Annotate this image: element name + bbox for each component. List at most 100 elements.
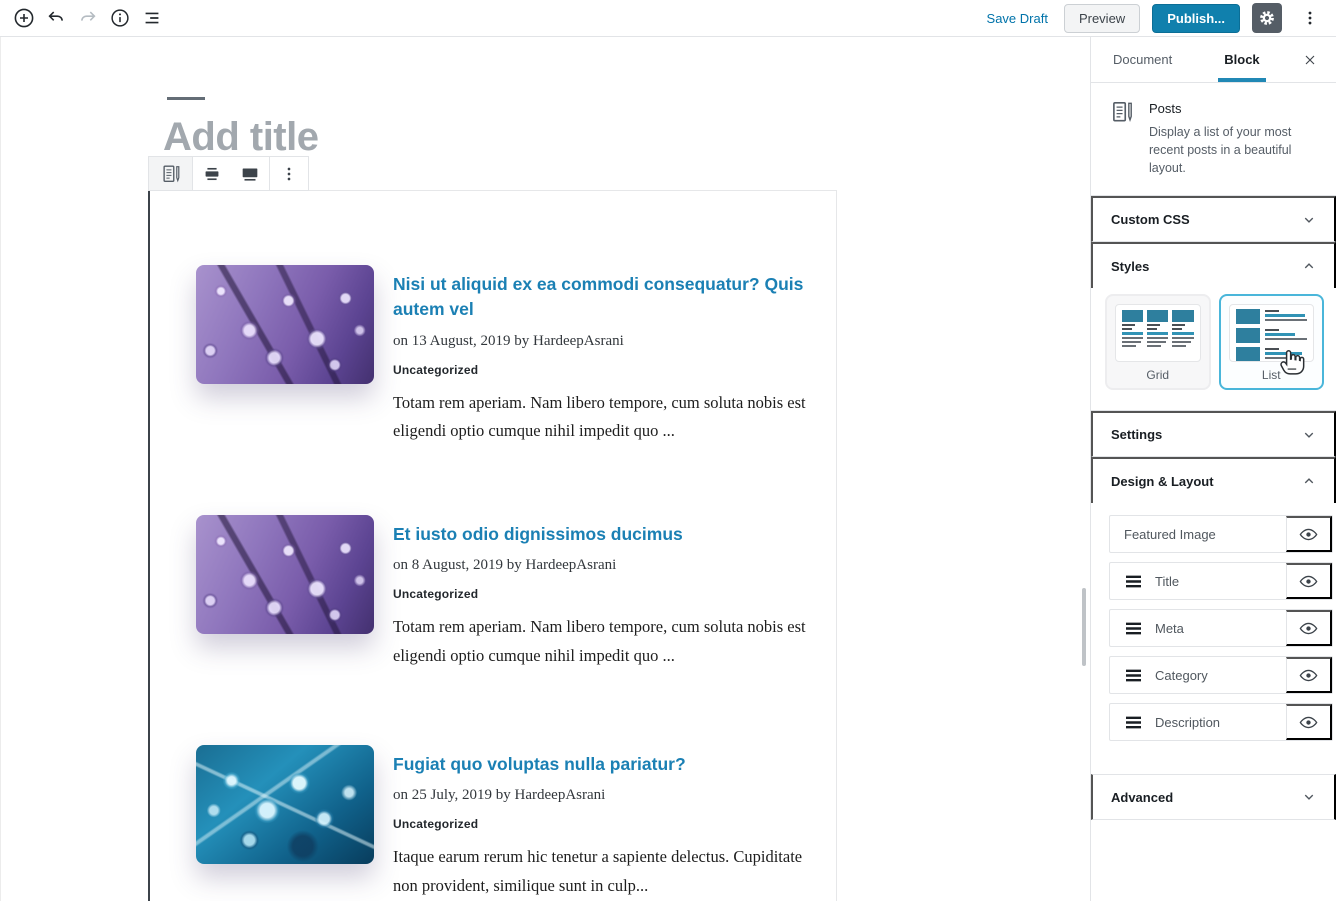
layout-row-featured-image[interactable]: Featured Image <box>1109 515 1333 553</box>
style-option-grid[interactable]: Grid <box>1105 294 1211 390</box>
block-navigation-icon <box>141 7 163 29</box>
panel-advanced-label: Advanced <box>1111 790 1173 805</box>
settings-toggle-button[interactable] <box>1252 3 1282 33</box>
tab-block-label: Block <box>1224 52 1259 67</box>
post-featured-image[interactable] <box>196 745 374 864</box>
hand-cursor-icon <box>1278 344 1308 376</box>
canvas-left-frame <box>0 37 1 901</box>
post-category-link[interactable]: Uncategorized <box>393 363 807 377</box>
eye-icon <box>1298 571 1319 592</box>
design-layout-rows: Featured Image Title Meta <box>1091 503 1336 774</box>
editor-top-bar: Save Draft Preview Publish... <box>0 0 1336 37</box>
layout-row-description[interactable]: Description <box>1109 703 1333 741</box>
post-title-input[interactable]: Add title <box>163 115 318 160</box>
post-featured-image[interactable] <box>196 515 374 634</box>
block-info-text: Posts Display a list of your most recent… <box>1149 99 1325 177</box>
panel-custom-css-label: Custom CSS <box>1111 212 1190 227</box>
block-navigation-button[interactable] <box>136 2 168 34</box>
styles-options: Grid List <box>1091 288 1336 411</box>
drag-handle-icon[interactable] <box>1124 715 1143 730</box>
post-title-link[interactable]: Et iusto odio dignissimos ducimus <box>393 522 807 547</box>
active-tab-underline <box>1218 78 1265 82</box>
drag-handle-icon[interactable] <box>1124 574 1143 589</box>
layout-row-category[interactable]: Category <box>1109 656 1333 694</box>
panel-design-layout-label: Design & Layout <box>1111 474 1214 489</box>
layout-row-label: Description <box>1155 715 1220 730</box>
chevron-down-icon <box>1300 211 1318 229</box>
toggle-visibility-button[interactable] <box>1286 610 1332 646</box>
info-icon <box>109 7 131 29</box>
toggle-visibility-button[interactable] <box>1286 657 1332 693</box>
close-sidebar-button[interactable] <box>1298 48 1322 72</box>
post-category-link[interactable]: Uncategorized <box>393 587 807 601</box>
inserter-plus-icon <box>12 6 36 30</box>
block-inserter-button[interactable] <box>8 2 40 34</box>
chevron-up-icon <box>1300 472 1318 490</box>
post-meta: on 8 August, 2019 by HardeepAsrani <box>393 557 807 574</box>
panel-settings-label: Settings <box>1111 427 1162 442</box>
block-description: Display a list of your most recent posts… <box>1149 123 1325 177</box>
eye-icon <box>1298 618 1319 639</box>
undo-button[interactable] <box>40 2 72 34</box>
settings-gear-icon <box>1257 8 1277 28</box>
toggle-visibility-button[interactable] <box>1286 516 1332 552</box>
post-title-link[interactable]: Fugiat quo voluptas nulla pariatur? <box>393 752 807 777</box>
panel-styles[interactable]: Styles <box>1091 242 1336 288</box>
post-excerpt: Totam rem aperiam. Nam libero tempore, c… <box>393 389 813 446</box>
wide-width-button[interactable] <box>193 157 231 190</box>
posts-block[interactable]: Nisi ut aliquid ex ea commodi consequatu… <box>148 190 837 901</box>
post-title-link[interactable]: Nisi ut aliquid ex ea commodi consequatu… <box>393 272 807 323</box>
post-list-item: Nisi ut aliquid ex ea commodi consequatu… <box>196 265 807 446</box>
block-info-card: Posts Display a list of your most recent… <box>1091 83 1336 196</box>
posts-block-type-button[interactable] <box>149 157 193 190</box>
block-toolbar <box>148 156 309 191</box>
full-width-icon <box>239 163 261 185</box>
eye-icon <box>1298 712 1319 733</box>
publish-button[interactable]: Publish... <box>1152 4 1240 33</box>
top-bar-left-tools <box>0 2 168 34</box>
panel-design-layout[interactable]: Design & Layout <box>1091 457 1336 503</box>
editor-canvas: Add title Nisi ut <box>0 37 1090 901</box>
panel-advanced[interactable]: Advanced <box>1091 774 1336 820</box>
panel-settings[interactable]: Settings <box>1091 411 1336 457</box>
toggle-visibility-button[interactable] <box>1286 563 1332 599</box>
preview-button[interactable]: Preview <box>1064 4 1140 33</box>
style-option-list[interactable]: List <box>1219 294 1325 390</box>
post-body: Et iusto odio dignissimos ducimus on 8 A… <box>393 522 807 670</box>
post-featured-image[interactable] <box>196 265 374 384</box>
full-width-button[interactable] <box>231 157 269 190</box>
title-cursor-dash <box>167 97 205 100</box>
tab-document[interactable]: Document <box>1111 38 1174 81</box>
more-tools-button[interactable] <box>1294 2 1326 34</box>
layout-row-label: Category <box>1155 668 1208 683</box>
chevron-down-icon <box>1300 426 1318 444</box>
post-category-link[interactable]: Uncategorized <box>393 817 807 831</box>
layout-row-label: Featured Image <box>1124 527 1216 542</box>
post-list-item: Fugiat quo voluptas nulla pariatur? on 2… <box>196 745 807 900</box>
tab-block[interactable]: Block <box>1222 38 1261 81</box>
redo-button[interactable] <box>72 2 104 34</box>
ellipsis-vertical-icon <box>279 164 299 184</box>
eye-icon <box>1298 524 1319 545</box>
chevron-down-icon <box>1300 788 1318 806</box>
post-excerpt: Itaque earum rerum hic tenetur a sapient… <box>393 843 813 900</box>
eye-icon <box>1298 665 1319 686</box>
panel-styles-label: Styles <box>1111 259 1149 274</box>
toggle-visibility-button[interactable] <box>1286 704 1332 740</box>
posts-block-icon <box>160 163 182 185</box>
block-more-options-button[interactable] <box>270 157 308 190</box>
post-list-item: Et iusto odio dignissimos ducimus on 8 A… <box>196 515 807 670</box>
sidebar-tabs: Document Block <box>1091 37 1336 83</box>
drag-handle-icon[interactable] <box>1124 668 1143 683</box>
post-body: Fugiat quo voluptas nulla pariatur? on 2… <box>393 752 807 900</box>
grid-style-preview <box>1115 304 1201 362</box>
layout-row-label: Meta <box>1155 621 1184 636</box>
layout-row-meta[interactable]: Meta <box>1109 609 1333 647</box>
layout-row-title[interactable]: Title <box>1109 562 1333 600</box>
post-meta: on 13 August, 2019 by HardeepAsrani <box>393 333 807 350</box>
content-scrollbar[interactable] <box>1082 588 1086 666</box>
content-structure-button[interactable] <box>104 2 136 34</box>
save-draft-button[interactable]: Save Draft <box>983 5 1052 32</box>
panel-custom-css[interactable]: Custom CSS <box>1091 196 1336 242</box>
drag-handle-icon[interactable] <box>1124 621 1143 636</box>
